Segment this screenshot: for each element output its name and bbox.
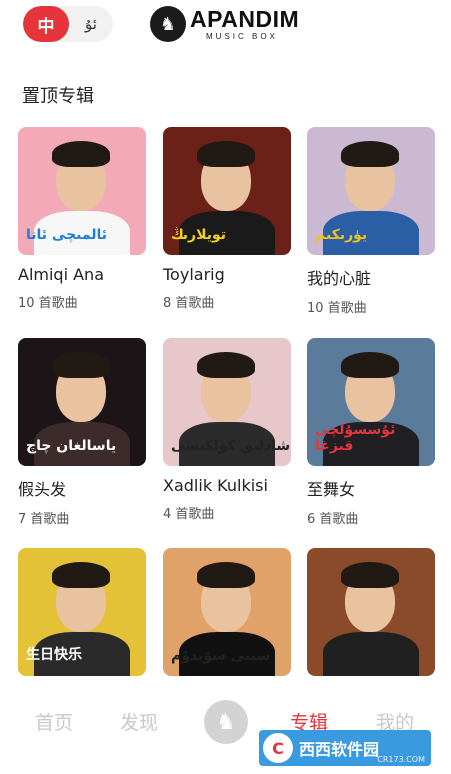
- album-card[interactable]: يۈرىكىم 我的心脏 10 首歌曲: [307, 127, 435, 316]
- cover-lettering: ياسالغان چاچ: [26, 438, 117, 454]
- player-center-icon[interactable]: ♞: [204, 700, 248, 744]
- album-card[interactable]: ئالمىچى ئانا Almiqi Ana 10 首歌曲: [18, 127, 146, 311]
- album-cover[interactable]: 生日快乐: [18, 548, 146, 676]
- logo-subtitle: MUSIC BOX: [206, 32, 278, 41]
- album-song-count: 8 首歌曲: [163, 296, 215, 311]
- nav-home[interactable]: 首页: [35, 708, 73, 735]
- cover-lettering: ئۇسسۇلچى قىزغا: [315, 422, 396, 454]
- album-cover[interactable]: يۈرىكىم: [307, 127, 435, 255]
- album-cover[interactable]: سېنى سۆيدۇم: [163, 548, 291, 676]
- album-cover[interactable]: ياسالغان چاچ: [18, 338, 146, 466]
- watermark-badge: C 西西软件园 CR173.COM: [259, 730, 431, 766]
- cover-figure-hair: [197, 352, 255, 378]
- app-logo: ♞ APANDIM MUSIC BOX: [150, 4, 310, 44]
- watermark-text: 西西软件园: [299, 740, 380, 759]
- cover-figure-hair: [52, 562, 110, 588]
- cover-figure-hair: [197, 141, 255, 167]
- album-song-count: 7 首歌曲: [18, 512, 70, 527]
- lang-chinese-option[interactable]: 中: [23, 6, 69, 42]
- album-card[interactable]: ياسالغان چاچ 假头发 7 首歌曲: [18, 338, 146, 527]
- album-song-count: 10 首歌曲: [18, 296, 78, 311]
- cover-figure-hair: [341, 352, 399, 378]
- album-song-count: 4 首歌曲: [163, 507, 215, 522]
- album-cover[interactable]: شادلىق كۈلكىسى: [163, 338, 291, 466]
- cover-lettering: 生日快乐: [26, 647, 82, 663]
- section-title: 置顶专辑: [22, 86, 94, 107]
- nav-discover[interactable]: 发现: [120, 708, 158, 735]
- album-title: Xadlik Kulkisi: [163, 476, 268, 495]
- album-title: Almiqi Ana: [18, 265, 104, 284]
- album-song-count: 6 首歌曲: [307, 512, 359, 527]
- album-card[interactable]: شادلىق كۈلكىسى Xadlik Kulkisi 4 首歌曲: [163, 338, 291, 522]
- cover-lettering: ئالمىچى ئانا: [26, 227, 108, 243]
- cover-lettering: سېنى سۆيدۇم: [171, 648, 271, 664]
- album-title: Toylarig: [163, 265, 225, 284]
- cover-figure-hair: [52, 352, 110, 378]
- watermark-logo-icon: C: [263, 733, 293, 763]
- album-cover[interactable]: ئالمىچى ئانا: [18, 127, 146, 255]
- cover-figure-body: [323, 632, 419, 676]
- album-card[interactable]: سېنى سۆيدۇم: [163, 548, 291, 686]
- album-title: 至舞女: [307, 480, 356, 499]
- lang-uyghur-option[interactable]: ئۇ: [69, 6, 113, 42]
- album-cover[interactable]: ئۇسسۇلچى قىزغا: [307, 338, 435, 466]
- cover-lettering: يۈرىكىم: [315, 227, 368, 243]
- cover-figure-hair: [341, 141, 399, 167]
- horse-logo-icon: ♞: [150, 6, 186, 42]
- cover-figure-hair: [197, 562, 255, 588]
- album-card[interactable]: [307, 548, 435, 686]
- album-cover[interactable]: تويلارىڭ: [163, 127, 291, 255]
- cover-lettering: تويلارىڭ: [171, 227, 227, 243]
- cover-figure-hair: [52, 141, 110, 167]
- album-cover[interactable]: [307, 548, 435, 676]
- logo-name: APANDIM: [190, 6, 300, 32]
- album-title: 我的心脏: [307, 269, 372, 288]
- album-card[interactable]: 生日快乐: [18, 548, 146, 686]
- album-card[interactable]: ئۇسسۇلچى قىزغا 至舞女 6 首歌曲: [307, 338, 435, 527]
- album-song-count: 10 首歌曲: [307, 301, 367, 316]
- album-title: 假头发: [18, 480, 67, 499]
- album-card[interactable]: تويلارىڭ Toylarig 8 首歌曲: [163, 127, 291, 311]
- watermark-sub: CR173.COM: [377, 755, 425, 764]
- cover-figure-hair: [341, 562, 399, 588]
- cover-lettering: شادلىق كۈلكىسى: [171, 438, 291, 454]
- language-toggle[interactable]: 中 ئۇ: [23, 6, 113, 42]
